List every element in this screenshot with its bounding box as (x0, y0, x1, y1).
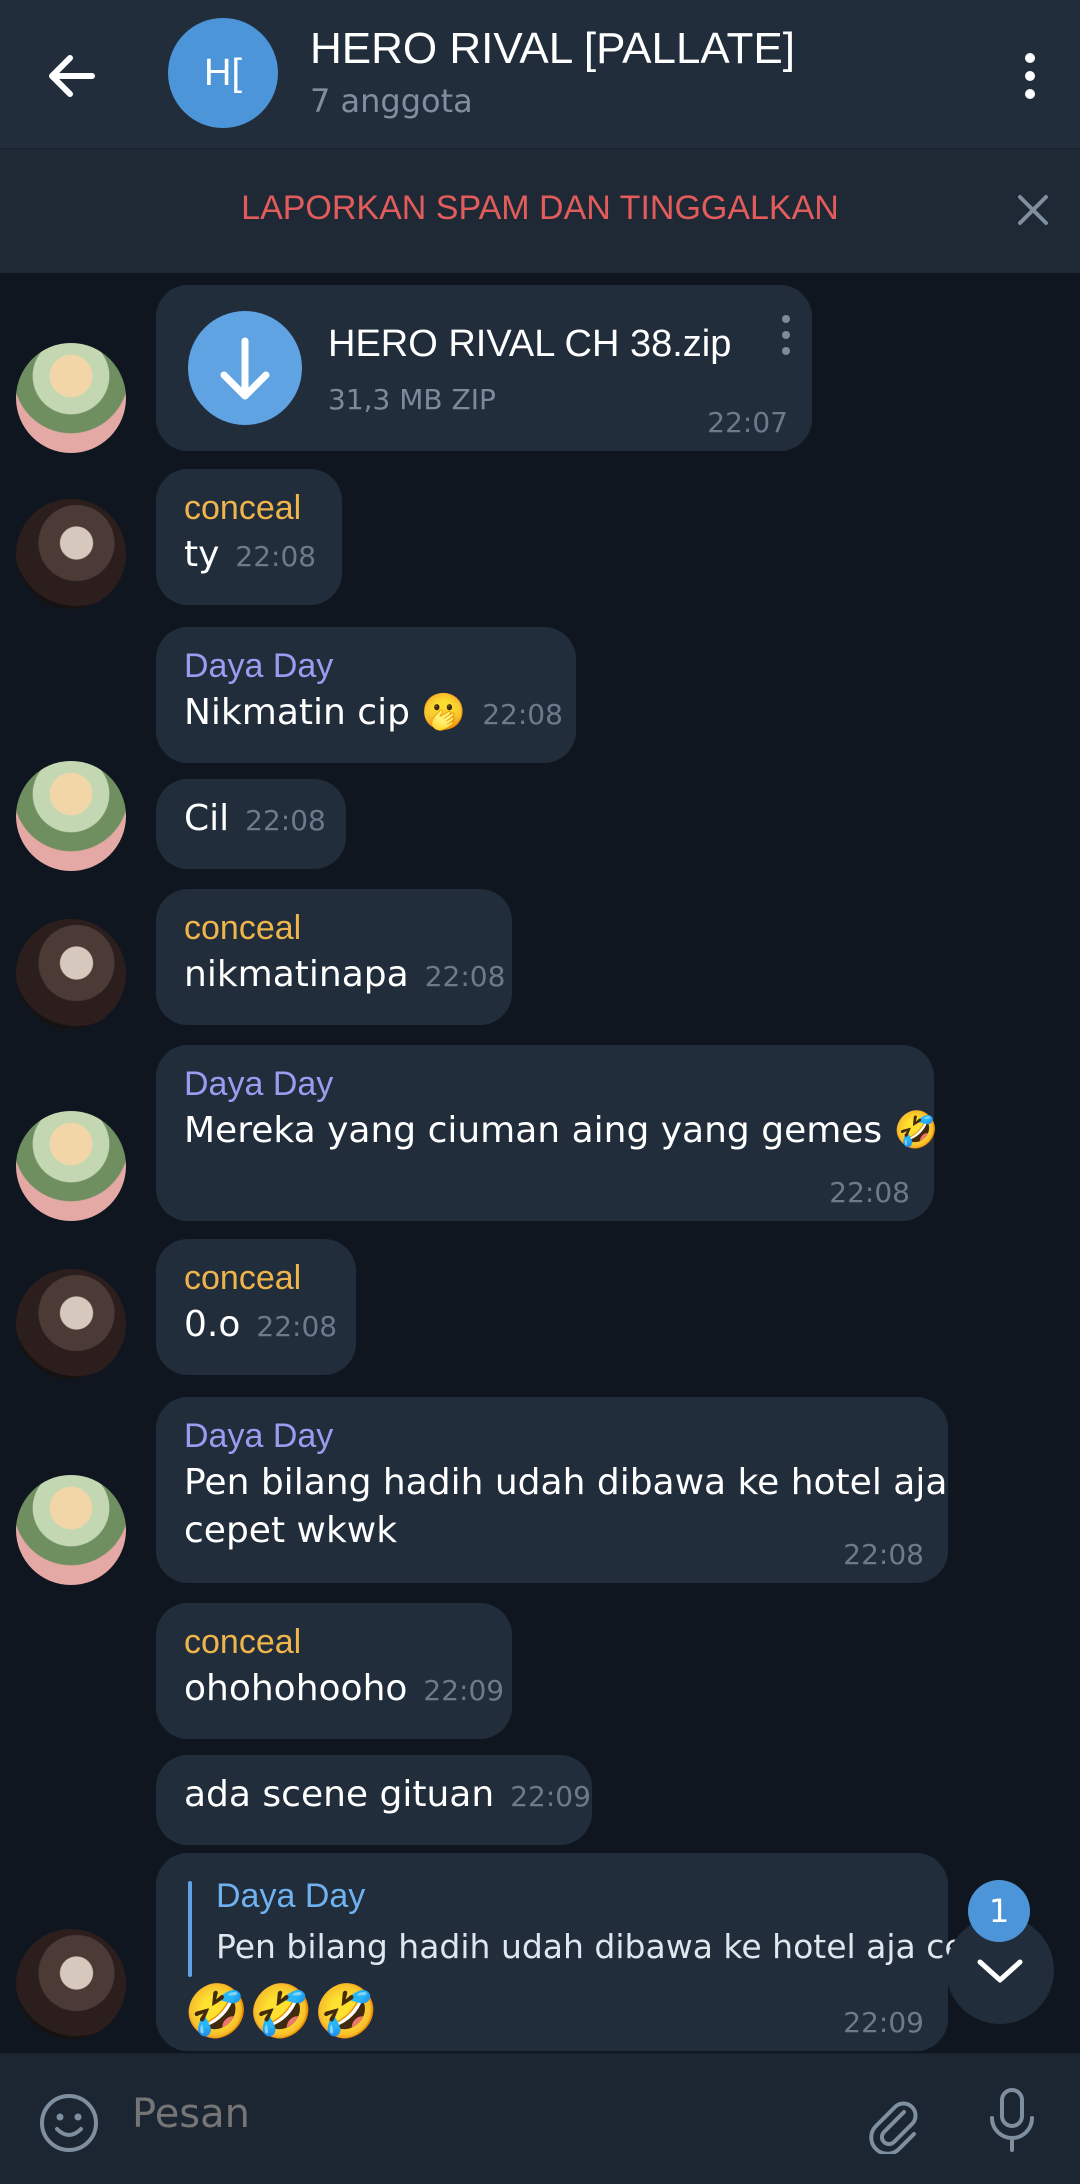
message-time: 22:09 (510, 1780, 591, 1813)
file-message[interactable]: HERO RIVAL CH 38.zip 31,3 MB ZIP 22:07 (156, 285, 812, 451)
sender-name: Daya Day (184, 1417, 334, 1455)
download-button[interactable] (188, 311, 302, 425)
avatar[interactable] (16, 1475, 126, 1585)
reply-message[interactable]: Daya Day Pen bilang hadih udah dibawa ke… (156, 1853, 996, 2051)
message-bubble[interactable]: Daya Day Nikmatin cip 🫢 22:08 (156, 627, 576, 763)
message-text: 0.o 22:08 (184, 1301, 337, 1351)
back-arrow-icon[interactable] (40, 44, 104, 108)
message-text: nikmatinapa 22:08 (184, 951, 505, 1001)
spam-banner: LAPORKAN SPAM DAN TINGGALKAN (0, 149, 1080, 273)
avatar[interactable] (16, 343, 126, 453)
message-time: 22:08 (829, 1176, 910, 1209)
sender-name: conceal (184, 1623, 302, 1661)
avatar[interactable] (16, 1111, 126, 1221)
download-icon (220, 337, 270, 400)
message-time: 22:08 (424, 960, 506, 993)
message-time: 22:08 (256, 1310, 338, 1343)
more-vertical-icon[interactable] (778, 313, 794, 361)
sender-name: conceal (184, 489, 302, 527)
message-time: 22:07 (707, 406, 788, 439)
avatar[interactable] (16, 919, 126, 1029)
message-time: 22:08 (843, 1538, 924, 1571)
message-bubble[interactable]: conceal 0.o 22:08 (156, 1239, 356, 1375)
composer-bar (0, 2053, 1080, 2184)
message-time: 22:08 (482, 698, 563, 731)
message-text: ty 22:08 (184, 531, 317, 581)
message-text: Mereka yang ciuman aing yang gemes 🤣 (184, 1110, 939, 1151)
message-time: 22:08 (235, 540, 317, 573)
avatar[interactable] (16, 761, 126, 871)
more-vertical-icon[interactable] (1000, 44, 1060, 108)
reply-indicator (188, 1881, 192, 1977)
paperclip-icon[interactable] (860, 2090, 924, 2154)
emoji-icon[interactable] (36, 2090, 102, 2156)
message-text: ada scene gituan 22:09 (184, 1771, 591, 1821)
message-bubble[interactable]: Cil 22:08 (156, 779, 346, 869)
reply-sender-name[interactable]: Daya Day (216, 1877, 365, 1916)
message-time: 22:09 (843, 2006, 924, 2039)
message-text-line: cepet wkwk (184, 1510, 398, 1551)
chat-area[interactable]: HERO RIVAL CH 38.zip 31,3 MB ZIP 22:07 c… (0, 273, 1080, 2053)
chat-title[interactable]: HERO RIVAL [PALLATE] (310, 24, 795, 74)
sender-name: Daya Day (184, 1065, 334, 1103)
message-input[interactable] (130, 2090, 834, 2138)
microphone-icon[interactable] (980, 2084, 1044, 2154)
file-name: HERO RIVAL CH 38.zip (328, 323, 732, 365)
avatar[interactable] (16, 499, 126, 609)
avatar[interactable] (16, 1269, 126, 1379)
message-text: ohohohooho 22:09 (184, 1665, 504, 1715)
group-avatar[interactable]: H[ (168, 18, 278, 128)
message-bubble[interactable]: Daya Day Mereka yang ciuman aing yang ge… (156, 1045, 939, 1221)
sender-name: conceal (184, 909, 302, 947)
message-bubble[interactable]: Daya Day Pen bilang hadih udah dibawa ke… (156, 1397, 948, 1583)
message-text-line: Pen bilang hadih udah dibawa ke hotel aj… (184, 1462, 948, 1503)
reply-preview-text[interactable]: Pen bilang hadih udah dibawa ke hotel aj… (216, 1927, 996, 1966)
message-bubble[interactable]: conceal ohohohooho 22:09 (156, 1603, 512, 1739)
message-time: 22:08 (245, 804, 326, 837)
member-count: 7 anggota (310, 82, 473, 120)
message-text: Cil 22:08 (184, 795, 326, 845)
message-time: 22:09 (423, 1674, 505, 1707)
message-bubble[interactable]: conceal ty 22:08 (156, 469, 342, 605)
file-size: 31,3 MB ZIP (328, 383, 496, 416)
top-bar: H[ HERO RIVAL [PALLATE] 7 anggota (0, 0, 1080, 149)
close-icon[interactable] (1008, 185, 1058, 235)
sender-name: conceal (184, 1259, 302, 1297)
message-text: 🤣🤣🤣 (184, 1982, 379, 2042)
sender-name: Daya Day (184, 647, 334, 685)
message-bubble[interactable]: conceal nikmatinapa 22:08 (156, 889, 512, 1025)
avatar[interactable] (16, 1929, 126, 2039)
message-text: Nikmatin cip 🫢 22:08 (184, 689, 563, 739)
message-bubble[interactable]: ada scene gituan 22:09 (156, 1755, 592, 1845)
report-spam-button[interactable]: LAPORKAN SPAM DAN TINGGALKAN (0, 189, 1080, 228)
unread-count-badge: 1 (968, 1880, 1030, 1942)
